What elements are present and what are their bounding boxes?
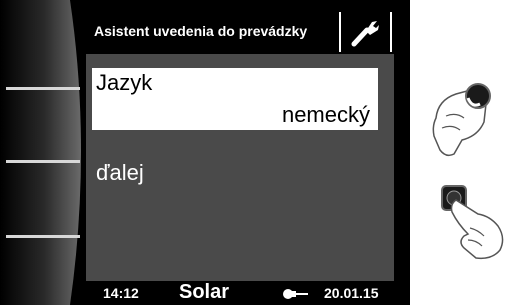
title-bar: Asistent uvedenia do prevádzky bbox=[86, 10, 394, 54]
status-bar: 14:12 Solar 20.01.15 bbox=[86, 281, 394, 305]
status-date: 20.01.15 bbox=[324, 285, 379, 301]
wrench-icon[interactable] bbox=[347, 17, 383, 47]
menu-item-label: Jazyk bbox=[96, 70, 153, 95]
menu-item-value: nemecký bbox=[281, 102, 370, 127]
press-button-hand-icon[interactable] bbox=[438, 178, 510, 264]
status-time: 14:12 bbox=[103, 285, 139, 301]
soft-key-2[interactable] bbox=[6, 160, 80, 163]
menu-item-next[interactable]: ďalej bbox=[96, 160, 144, 186]
title-divider bbox=[339, 12, 341, 52]
display-screen: Asistent uvedenia do prevádzky Jazyk nem… bbox=[86, 10, 394, 305]
soft-key-1[interactable] bbox=[6, 87, 80, 90]
status-mode: Solar bbox=[179, 281, 230, 303]
soft-key-3[interactable] bbox=[6, 235, 80, 238]
rotary-knob-hand-icon[interactable] bbox=[428, 78, 498, 160]
control-unit: Asistent uvedenia do prevádzky Jazyk nem… bbox=[0, 0, 410, 305]
left-bezel bbox=[0, 0, 86, 305]
plug-icon bbox=[282, 286, 308, 302]
page-title: Asistent uvedenia do prevádzky bbox=[94, 23, 308, 39]
title-divider-right bbox=[390, 12, 392, 52]
menu-item-language[interactable]: Jazyk nemecký bbox=[92, 68, 378, 130]
